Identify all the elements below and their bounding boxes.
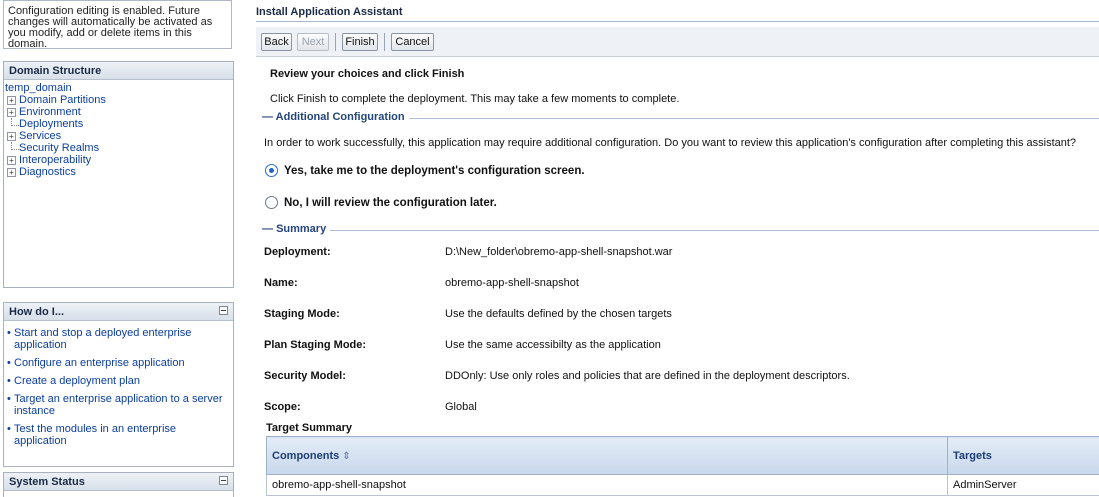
table-cell-target: AdminServer: [947, 474, 1099, 496]
additional-config-section-label: — Additional Configuration: [260, 111, 409, 123]
domain-tree: temp_domain + Domain Partitions + Enviro…: [4, 80, 233, 178]
summary-label: Security Model:: [264, 370, 346, 382]
link-configure-app[interactable]: Configure an enterprise application: [7, 357, 229, 369]
review-heading: Review your choices and click Finish: [270, 68, 465, 80]
system-status-panel: System Status: [3, 472, 234, 497]
sort-icon[interactable]: ⇕: [342, 451, 350, 462]
expand-icon[interactable]: +: [7, 96, 16, 105]
column-header-components[interactable]: Components ⇕: [266, 436, 948, 475]
summary-value: D:\New_folder\obremo-app-shell-snapshot.…: [445, 246, 673, 258]
section-dash: —: [262, 111, 276, 123]
radio-label[interactable]: Yes, take me to the deployment's configu…: [284, 164, 585, 178]
domain-structure-title: Domain Structure: [4, 62, 233, 80]
collapse-icon[interactable]: [219, 306, 228, 315]
radio-label[interactable]: No, I will review the configuration late…: [284, 196, 497, 210]
tree-item-label[interactable]: Deployments: [19, 118, 83, 130]
target-summary-title: Target Summary: [266, 422, 352, 434]
radio-selected-icon[interactable]: [265, 164, 278, 177]
how-do-i-header: How do I...: [4, 303, 233, 321]
main-content: Install Application Assistant Back Next …: [256, 0, 1099, 497]
left-sidebar: Configuration editing is enabled. Future…: [0, 0, 236, 497]
back-button[interactable]: Back: [261, 33, 292, 51]
tree-item-services[interactable]: + Services: [4, 130, 233, 142]
change-center-message: Configuration editing is enabled. Future…: [3, 0, 232, 50]
tree-item-environment[interactable]: + Environment: [4, 106, 233, 118]
expand-icon[interactable]: +: [7, 168, 16, 177]
page-title: Install Application Assistant: [256, 6, 403, 18]
tree-item-label[interactable]: Services: [19, 130, 61, 142]
link-test-modules[interactable]: Test the modules in an enterprise applic…: [7, 423, 229, 447]
expand-icon[interactable]: +: [7, 156, 16, 165]
additional-config-text: In order to work successfully, this appl…: [264, 137, 1077, 149]
tree-item-label[interactable]: Diagnostics: [19, 166, 76, 178]
expand-icon[interactable]: +: [7, 132, 16, 141]
section-title: Summary: [276, 223, 327, 235]
tree-item-interoperability[interactable]: + Interoperability: [4, 154, 233, 166]
summary-label: Scope:: [264, 401, 301, 413]
tree-item-label[interactable]: Security Realms: [19, 142, 99, 154]
summary-label: Deployment:: [264, 246, 331, 258]
how-do-i-links: Start and stop a deployed enterprise app…: [4, 321, 233, 447]
tree-item-label[interactable]: Domain Partitions: [19, 94, 106, 106]
section-dash: —: [262, 223, 277, 235]
how-do-i-panel: How do I... Start and stop a deployed en…: [3, 302, 234, 467]
summary-value: obremo-app-shell-snapshot: [445, 277, 579, 289]
finish-instructions: Click Finish to complete the deployment.…: [270, 93, 680, 105]
summary-value: Use the same accessibilty as the applica…: [445, 339, 661, 351]
summary-value: Global: [445, 401, 477, 413]
tree-item-diagnostics[interactable]: + Diagnostics: [4, 166, 233, 178]
title-divider: [256, 21, 1099, 22]
tree-item-label[interactable]: Interoperability: [19, 154, 91, 166]
summary-section-label: — Summary: [260, 223, 331, 235]
expand-icon[interactable]: +: [7, 108, 16, 117]
column-header-label[interactable]: Components: [272, 450, 339, 462]
column-header-targets[interactable]: Targets: [947, 436, 1099, 475]
how-do-i-title: How do I...: [9, 306, 64, 318]
summary-label: Plan Staging Mode:: [264, 339, 367, 351]
table-header-row: Components ⇕ Targets: [266, 436, 1099, 475]
tree-item-deployments[interactable]: Deployments: [4, 118, 233, 130]
tree-item-security-realms[interactable]: Security Realms: [4, 142, 233, 154]
link-create-deployment-plan[interactable]: Create a deployment plan: [7, 375, 229, 387]
summary-value: Use the defaults defined by the chosen t…: [445, 308, 672, 320]
section-title: Additional Configuration: [275, 111, 405, 123]
tree-item-domain-partitions[interactable]: + Domain Partitions: [4, 94, 233, 106]
next-button[interactable]: Next: [297, 33, 329, 51]
summary-label: Staging Mode:: [264, 308, 340, 320]
wizard-button-bar: Back Next Finish Cancel: [256, 27, 1099, 57]
finish-button[interactable]: Finish: [342, 33, 378, 51]
button-separator: [384, 33, 385, 51]
domain-structure-panel: Domain Structure temp_domain + Domain Pa…: [3, 61, 234, 288]
system-status-title: System Status: [9, 476, 85, 488]
cancel-button[interactable]: Cancel: [391, 33, 434, 51]
tree-connector-icon: [11, 118, 19, 126]
target-summary-table: Components ⇕ Targets obremo-app-shell-sna…: [266, 436, 1099, 496]
table-row: obremo-app-shell-snapshot AdminServer: [266, 474, 1099, 496]
table-cell-component: obremo-app-shell-snapshot: [266, 474, 948, 496]
system-status-header: System Status: [4, 473, 233, 491]
summary-label: Name:: [264, 277, 298, 289]
tree-root-temp-domain[interactable]: temp_domain: [4, 82, 233, 94]
collapse-icon[interactable]: [219, 476, 228, 485]
summary-value: DDOnly: Use only roles and policies that…: [445, 370, 850, 382]
button-separator: [335, 33, 336, 51]
link-target-app[interactable]: Target an enterprise application to a se…: [7, 393, 229, 417]
radio-unselected-icon[interactable]: [265, 196, 278, 209]
link-start-stop-app[interactable]: Start and stop a deployed enterprise app…: [7, 327, 229, 351]
section-divider: [262, 230, 1099, 231]
tree-connector-icon: [11, 142, 19, 150]
tree-item-label[interactable]: Environment: [19, 106, 81, 118]
